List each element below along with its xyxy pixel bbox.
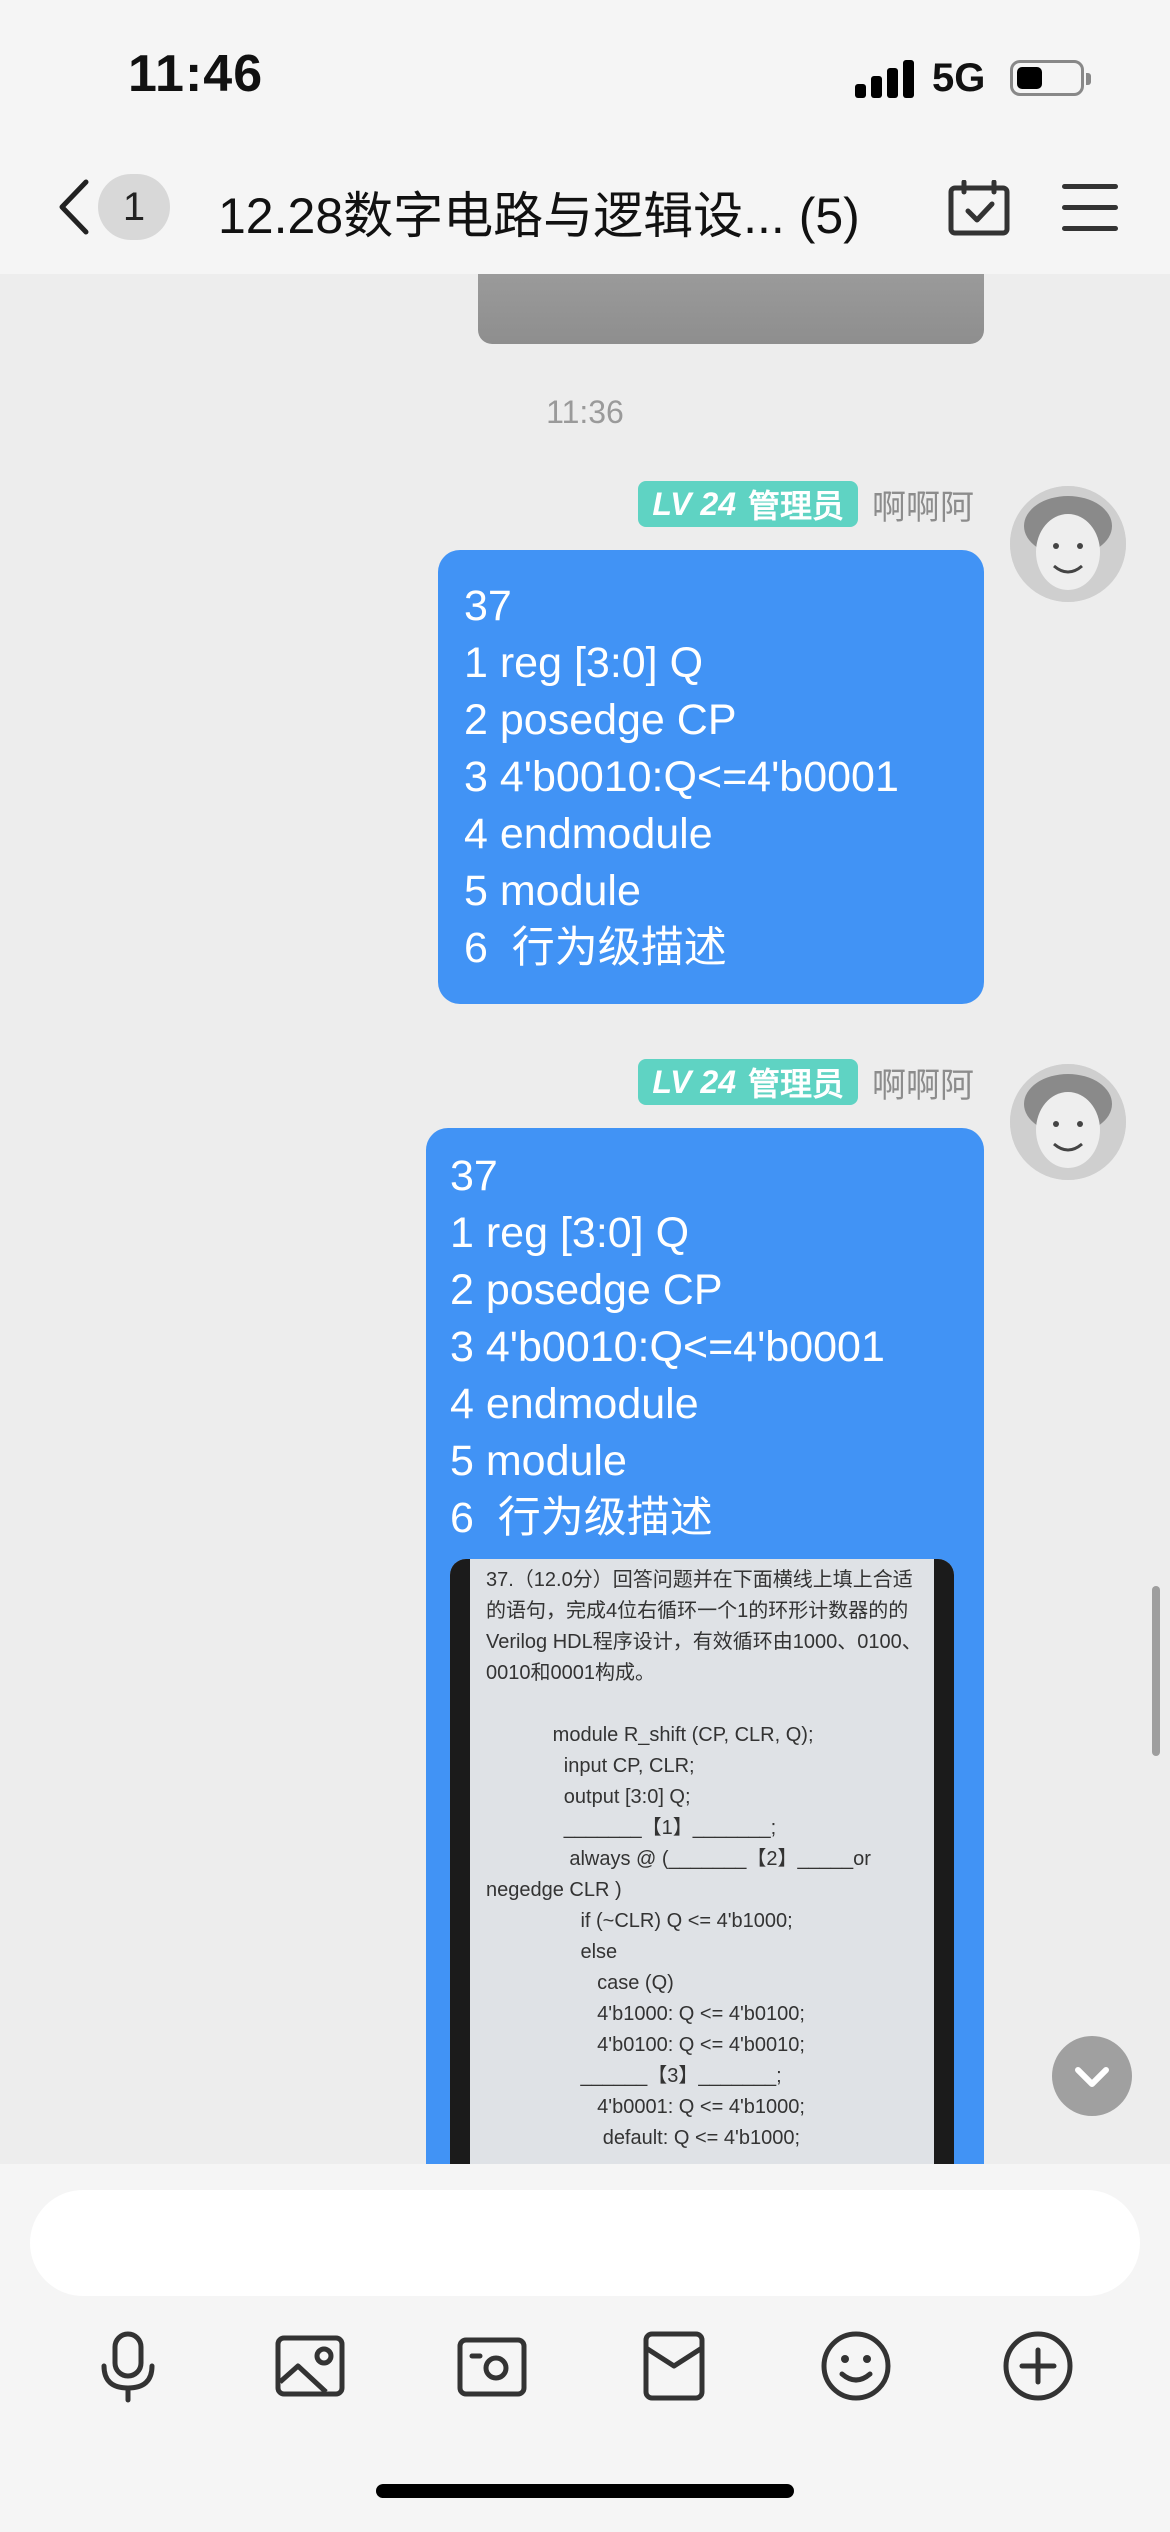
sender-meta: LV 24 管理员 啊啊阿 [638, 480, 974, 528]
attached-photo[interactable]: 37.（12.0分）回答问题并在下面横线上填上合适 的语句，完成4位右循环一个1的… [450, 1559, 954, 2164]
photo-text-line: else [486, 1941, 618, 1963]
microphone-icon[interactable] [88, 2326, 168, 2406]
sender-name[interactable]: 啊啊阿 [872, 1058, 974, 1107]
photo-text-line: default: Q <= 4'b1000; [486, 2127, 800, 2149]
battery-icon [1010, 60, 1091, 96]
camera-icon[interactable] [452, 2326, 532, 2406]
sender-name[interactable]: 啊啊阿 [872, 480, 974, 529]
photo-text-line: 4'b0001: Q <= 4'b1000; [486, 2096, 805, 2118]
photo-text-line: 0010和0001构成。 [486, 1662, 655, 1684]
photo-text-line: Verilog HDL程序设计，有效循环由1000、0100、 [486, 1631, 922, 1653]
message-bubble[interactable]: 37 1 reg [3:0] Q 2 posedge CP 3 4'b0010:… [438, 550, 984, 1004]
input-area [0, 2164, 1170, 2532]
chevron-down-icon [1075, 2067, 1109, 2087]
status-bar: 11:46 5G [0, 0, 1170, 140]
photo-text-line: output [3:0] Q; [486, 1786, 691, 1808]
photo-content: 37.（12.0分）回答问题并在下面横线上填上合适 的语句，完成4位右循环一个1的… [486, 1565, 936, 2154]
emoji-icon[interactable] [816, 2326, 896, 2406]
back-chevron-icon[interactable] [54, 178, 94, 236]
scrollbar[interactable] [1152, 1586, 1160, 1756]
network-type: 5G [932, 56, 986, 100]
photo-text-line: case (Q) [486, 1972, 674, 1994]
photo-text-line: 的语句，完成4位右循环一个1的环形计数器的的 [486, 1600, 909, 1622]
red-packet-icon[interactable] [634, 2326, 714, 2406]
message-input[interactable] [30, 2190, 1140, 2296]
message-text: 37 1 reg [3:0] Q 2 posedge CP 3 4'b0010:… [464, 582, 899, 972]
nav-bar: 1 12.28数字电路与逻辑设... (5) [0, 140, 1170, 274]
message-bubble[interactable]: 37 1 reg [3:0] Q 2 posedge CP 3 4'b0010:… [426, 1128, 984, 2164]
image-icon[interactable] [270, 2326, 350, 2406]
photo-text-line: input CP, CLR; [486, 1755, 695, 1777]
photo-text-line: ______【3】_______; [486, 2065, 782, 2087]
message-timestamp: 11:36 [546, 394, 624, 430]
unread-badge[interactable]: 1 [98, 174, 170, 240]
photo-text-line: _______【1】_______; [486, 1817, 777, 1839]
sender-meta: LV 24 管理员 啊啊阿 [638, 1058, 974, 1106]
message-text: 37 1 reg [3:0] Q 2 posedge CP 3 4'b0010:… [450, 1152, 885, 1542]
level-badge: LV 24 管理员 [638, 481, 858, 527]
photo-text-line: if (~CLR) Q <= 4'b1000; [486, 1910, 793, 1932]
photo-text-line: 4'b1000: Q <= 4'b0100; [486, 2003, 805, 2025]
signal-icon [855, 58, 915, 98]
level-badge: LV 24 管理员 [638, 1059, 858, 1105]
photo-text-line: negedge CLR ) [486, 1879, 622, 1901]
calendar-check-icon[interactable] [948, 180, 1010, 236]
previous-image-message[interactable] [478, 274, 984, 344]
home-indicator[interactable] [376, 2484, 794, 2498]
photo-text-line: 4'b0100: Q <= 4'b0010; [486, 2034, 805, 2056]
photo-text-line: 37.（12.0分）回答问题并在下面横线上填上合适 [486, 1569, 913, 1591]
chat-title[interactable]: 12.28数字电路与逻辑设... (5) [218, 176, 860, 248]
photo-text-line: module R_shift (CP, CLR, Q); [486, 1724, 814, 1746]
status-time: 11:46 [128, 45, 264, 103]
avatar[interactable] [1010, 1064, 1126, 1180]
scroll-to-bottom-button[interactable] [1052, 2036, 1132, 2116]
photo-text-line [486, 1689, 936, 1720]
menu-icon[interactable] [1062, 184, 1118, 232]
photo-text-line: always @ (_______【2】_____or [486, 1848, 871, 1870]
chat-area[interactable]: 11:36 LV 24 管理员 啊啊阿 37 1 reg [3:0] Q 2 p… [0, 274, 1170, 2164]
role-label: 管理员 [747, 1066, 844, 1102]
avatar[interactable] [1010, 486, 1126, 602]
plus-icon[interactable] [998, 2326, 1078, 2406]
role-label: 管理员 [747, 488, 844, 524]
